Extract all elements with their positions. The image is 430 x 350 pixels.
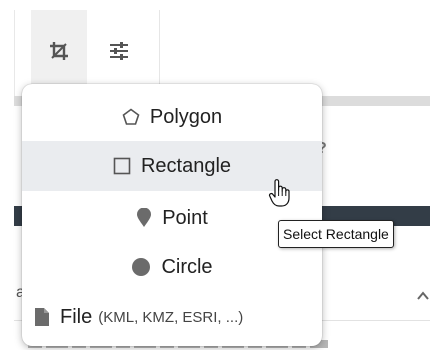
menu-item-polygon[interactable]: Polygon	[22, 92, 322, 142]
sliders-icon	[108, 41, 130, 66]
menu-item-circle[interactable]: Circle	[22, 242, 322, 292]
circle-icon	[131, 257, 151, 277]
menu-item-label: Polygon	[149, 105, 223, 128]
crop-icon	[48, 40, 70, 67]
file-formats-label: (KML, KMZ, ESRI, ...)	[98, 308, 244, 326]
menu-item-label: Rectangle	[140, 154, 232, 177]
tooltip: Select Rectangle	[278, 220, 394, 248]
chevron-up-icon[interactable]	[417, 288, 429, 304]
square-icon	[113, 157, 131, 175]
menu-item-file[interactable]: File (KML, KMZ, ESRI, ...)	[22, 292, 322, 342]
map-pin-icon	[136, 208, 152, 228]
draw-shape-menu: Polygon Rectangle Point Circle File (KML…	[22, 84, 322, 346]
file-icon	[34, 307, 50, 327]
polygon-icon	[122, 108, 140, 126]
page-left-edge	[0, 0, 12, 350]
menu-item-label: File	[60, 305, 93, 328]
menu-item-label: Circle	[161, 255, 213, 278]
menu-item-label: Point	[162, 206, 208, 229]
hand-cursor-icon	[268, 178, 290, 213]
